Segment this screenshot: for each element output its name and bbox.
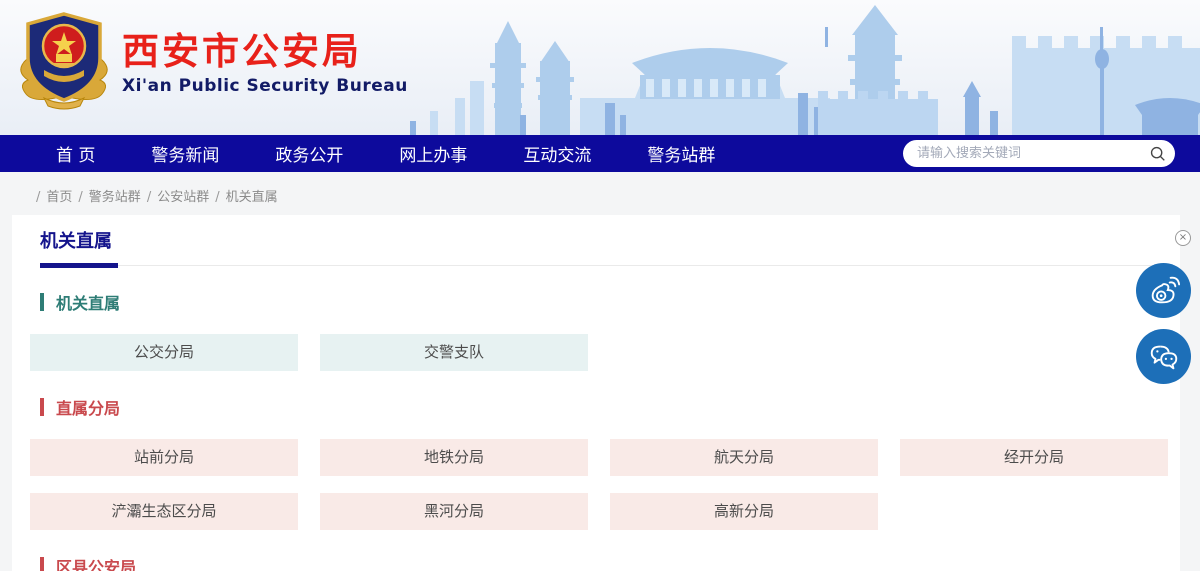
site-header: 西安市公安局 Xi'an Public Security Bureau [0,0,1200,135]
search-box [903,140,1175,167]
section-title: 区县公安局 [56,554,136,571]
section-header: 机关直属 [40,290,1180,314]
nav-item[interactable]: 网上办事 [399,141,467,166]
section-header: 区县公安局 [40,554,1180,571]
section-accent-bar [40,293,44,311]
sections: 机关直属 公交分局交警支队 直属分局 站前分局地铁分局航天分局经开分局浐灞生态区… [30,290,1180,571]
close-icon[interactable]: × [1175,230,1191,246]
section-grid: 公交分局交警支队 [30,334,1180,371]
breadcrumb-separator: / [78,190,82,205]
section-title: 机关直属 [56,290,120,314]
content-card: 机关直属 机关直属 公交分局交警支队 直属分局 站前分局地铁分局航天分局经开分局… [12,215,1180,571]
section: 直属分局 站前分局地铁分局航天分局经开分局浐灞生态区分局黑河分局高新分局 [30,395,1180,530]
main-nav: 首 页 警务新闻 政务公开 网上办事 互动交流 警务站群 [0,135,1200,172]
breadcrumb: / 首页 / 警务站群 / 公安站群 / 机关直属 [0,172,1200,217]
tab-underline [40,265,1156,266]
dept-link[interactable]: 高新分局 [610,493,878,530]
dept-link[interactable]: 公交分局 [30,334,298,371]
city-skyline-illustration [400,3,1200,135]
dept-link[interactable]: 地铁分局 [320,439,588,476]
weibo-share-button[interactable] [1136,263,1191,318]
section: 机关直属 公交分局交警支队 [30,290,1180,371]
breadcrumb-separator: / [147,190,151,205]
wechat-icon [1147,340,1181,374]
site-title: 西安市公安局 [122,30,408,74]
dept-link[interactable]: 浐灞生态区分局 [30,493,298,530]
breadcrumb-item[interactable]: 首页 [46,190,72,205]
weibo-icon [1147,274,1181,308]
dept-link[interactable]: 经开分局 [900,439,1168,476]
section-header: 直属分局 [40,395,1180,419]
dept-link[interactable]: 航天分局 [610,439,878,476]
breadcrumb-item[interactable]: 公安站群 [157,190,209,205]
dept-link[interactable]: 黑河分局 [320,493,588,530]
search-icon[interactable] [1149,145,1166,162]
wechat-share-button[interactable] [1136,329,1191,384]
nav-item[interactable]: 警务新闻 [151,141,219,166]
section: 区县公安局 [30,554,1180,571]
site-subtitle: Xi'an Public Security Bureau [122,76,408,96]
police-badge-logo [14,8,114,112]
site-brand[interactable]: 西安市公安局 Xi'an Public Security Bureau [14,8,408,112]
dept-link[interactable]: 站前分局 [30,439,298,476]
breadcrumb-item[interactable]: 机关直属 [226,190,278,205]
section-title: 直属分局 [56,395,120,419]
nav-item[interactable]: 政务公开 [275,141,343,166]
breadcrumb-separator: / [36,190,40,205]
nav-item[interactable]: 互动交流 [523,141,591,166]
section-grid: 站前分局地铁分局航天分局经开分局浐灞生态区分局黑河分局高新分局 [30,439,1180,530]
breadcrumb-item[interactable]: 警务站群 [89,190,141,205]
page-title-tab[interactable]: 机关直属 [40,231,1180,253]
section-accent-bar [40,557,44,571]
search-input[interactable] [903,140,1175,167]
breadcrumb-separator: / [215,190,219,205]
dept-link[interactable]: 交警支队 [320,334,588,371]
nav-item[interactable]: 首 页 [56,141,95,166]
nav-item[interactable]: 警务站群 [647,141,715,166]
section-accent-bar [40,398,44,416]
